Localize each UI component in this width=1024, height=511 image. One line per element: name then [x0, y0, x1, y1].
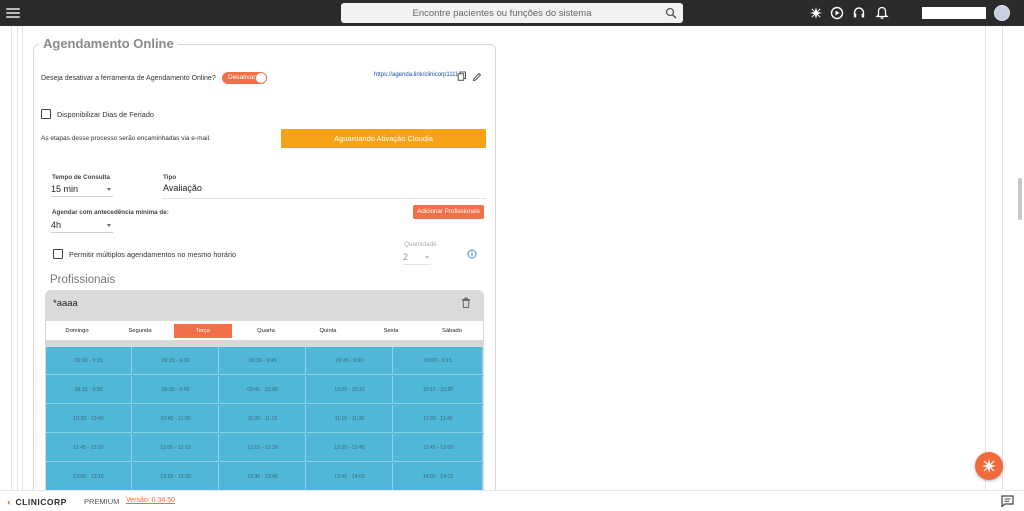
advance-label: Agendar com antecedência mínima de:: [52, 209, 169, 216]
time-slot[interactable]: 11:15 - 11:30: [307, 405, 393, 433]
time-slot[interactable]: 09:15 - 9:30: [133, 347, 219, 375]
time-slot[interactable]: 09:15 - 9:30: [46, 376, 132, 404]
user-name-field[interactable]: [922, 7, 986, 19]
version-link[interactable]: Versão: 0.34.50: [126, 497, 175, 504]
chevron-down-icon: [107, 188, 111, 191]
activation-status-button[interactable]: Aguardando Ativação Cloudia: [281, 129, 486, 148]
quantity-label: Quantidade: [404, 241, 437, 248]
consult-time-value: 15 min: [51, 184, 79, 194]
chat-icon[interactable]: [1001, 495, 1014, 507]
search-icon[interactable]: [665, 7, 677, 19]
professional-name: *aaaa: [53, 298, 78, 309]
time-slot[interactable]: 09:45 - 9:00: [307, 347, 393, 375]
holiday-checkbox[interactable]: [41, 109, 51, 119]
advance-value: 4h: [51, 220, 62, 230]
tab-terca[interactable]: Terça: [174, 324, 232, 338]
edit-pencil-icon[interactable]: [472, 72, 482, 82]
time-slot[interactable]: 12:30 - 12:45: [307, 434, 393, 462]
logo-mark-icon: ◐: [7, 497, 13, 507]
tab-quarta[interactable]: Quarta: [237, 324, 295, 338]
consult-time-select[interactable]: 15 min: [51, 183, 113, 197]
footer-bar: ◐ CLINICORP PREMIUM Versão: 0.34.50: [0, 490, 1024, 511]
time-slot[interactable]: 13:30 - 13:45: [220, 463, 306, 491]
trash-icon[interactable]: [461, 297, 471, 308]
weekday-tabs: Domingo Segunda Terça Quarta Quinta Sext…: [46, 321, 483, 340]
chevron-down-icon: [425, 256, 429, 259]
holiday-label: Disponibilizar Dias de Feriado: [57, 110, 154, 119]
tab-sabado[interactable]: Sábado: [423, 324, 481, 338]
search-input[interactable]: [341, 3, 683, 23]
time-slot[interactable]: 10:45 - 11:00: [133, 405, 219, 433]
professional-card: *aaaa Domingo Segunda Terça Quarta Quint…: [45, 290, 484, 500]
time-slot[interactable]: 13:00 - 13:15: [46, 463, 132, 491]
support-headset-icon[interactable]: [852, 6, 866, 20]
professionals-title: Profissionais: [50, 274, 116, 286]
time-slot[interactable]: 09:30 - 9:45: [133, 376, 219, 404]
time-slot[interactable]: 12:00 - 12:15: [133, 434, 219, 462]
scheduling-link[interactable]: https://agenda.link/clinicorp1111: [374, 72, 458, 78]
time-slot[interactable]: 13:15 - 13:30: [133, 463, 219, 491]
tab-segunda[interactable]: Segunda: [111, 324, 169, 338]
toggle-knob: [256, 73, 266, 83]
layout-divider: [985, 26, 986, 490]
user-avatar[interactable]: [994, 5, 1010, 21]
hamburger-menu-icon[interactable]: [6, 6, 20, 20]
type-value: Avaliação: [163, 183, 202, 193]
time-slot[interactable]: 09:00 - 9:15: [46, 347, 132, 375]
consult-time-label: Tempo de Consulta: [52, 174, 110, 181]
time-slot[interactable]: 11:45 - 12:00: [46, 434, 132, 462]
top-navigation-bar: [0, 0, 1024, 26]
tab-quinta[interactable]: Quinta: [299, 324, 357, 338]
time-slot-grid: 09:00 - 9:15 09:15 - 9:30 09:30 - 9:45 0…: [46, 347, 483, 500]
tab-separator: [46, 340, 483, 345]
clinicorp-star-icon: [982, 459, 996, 473]
time-slot[interactable]: 09:30 - 9:45: [220, 347, 306, 375]
clinicorp-star-icon[interactable]: [809, 6, 823, 20]
time-slot[interactable]: 10:30 - 10:45: [46, 405, 132, 433]
time-slot[interactable]: 12:15 - 12:30: [220, 434, 306, 462]
time-slot[interactable]: 11:30 - 11:45: [394, 405, 483, 433]
time-slot[interactable]: 10:00 - 10:15: [307, 376, 393, 404]
time-slot[interactable]: 11:00 - 11:15: [220, 405, 306, 433]
assistant-fab-button[interactable]: [975, 452, 1003, 480]
layout-divider: [11, 26, 12, 490]
notifications-bell-icon[interactable]: [875, 6, 889, 20]
layout-divider: [17, 26, 18, 490]
chevron-down-icon: [107, 224, 111, 227]
deactivate-question: Deseja desativar a ferramenta de Agendam…: [41, 75, 216, 82]
time-slot[interactable]: 09:00 - 9:15: [394, 347, 483, 375]
add-professionals-button[interactable]: Adicionar Profissionais: [413, 205, 484, 219]
time-slot[interactable]: 09:45 - 10:00: [220, 376, 306, 404]
time-slot[interactable]: 13:45 - 14:00: [307, 463, 393, 491]
type-label: Tipo: [163, 174, 177, 181]
toggle-label: Desativar: [228, 74, 256, 81]
type-underline: [162, 198, 486, 199]
multiple-bookings-checkbox[interactable]: [53, 249, 63, 259]
time-slot[interactable]: 14:00 - 14:15: [394, 463, 483, 491]
multiple-bookings-label: Permitir múltiplos agendamentos no mesmo…: [69, 250, 237, 259]
advance-select[interactable]: 4h: [51, 219, 113, 233]
layout-divider: [1002, 26, 1003, 490]
layout-divider: [22, 26, 23, 490]
email-note: As etapas desse processo serão encaminha…: [41, 135, 211, 142]
quantity-value: 2: [403, 252, 409, 262]
page-scrollbar[interactable]: [1018, 178, 1022, 220]
tab-sexta[interactable]: Sexta: [362, 324, 420, 338]
copy-icon[interactable]: [457, 71, 467, 81]
time-slot[interactable]: 10:15 - 10:30: [394, 376, 483, 404]
search-box[interactable]: [341, 3, 683, 23]
plan-label: PREMIUM: [84, 497, 120, 506]
section-title: Agendamento Online: [39, 36, 178, 51]
info-icon[interactable]: [467, 249, 477, 259]
quantity-select[interactable]: 2: [403, 251, 431, 265]
brand-name: CLINICORP: [15, 497, 67, 507]
video-play-icon[interactable]: [830, 6, 844, 20]
deactivate-toggle[interactable]: Desativar: [222, 72, 267, 84]
brand-logo: ◐ CLINICORP: [7, 497, 67, 507]
tab-domingo[interactable]: Domingo: [48, 324, 106, 338]
time-slot[interactable]: 12:45 - 13:00: [394, 434, 483, 462]
